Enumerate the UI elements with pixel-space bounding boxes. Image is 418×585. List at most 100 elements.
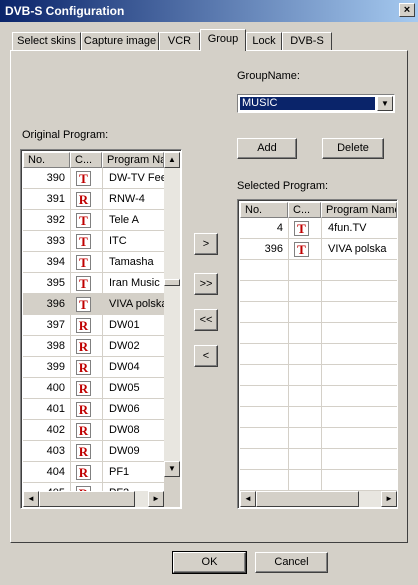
table-row[interactable]: 397 R DW01 xyxy=(23,315,164,336)
program-name: DW01 xyxy=(109,319,140,331)
title-bar: DVB-S Configuration × xyxy=(0,0,418,22)
tab-lock[interactable]: Lock xyxy=(246,32,282,50)
add-button[interactable]: Add xyxy=(237,138,297,159)
program-number: 4 xyxy=(276,222,283,234)
scroll-left-button[interactable]: ◄ xyxy=(23,491,39,507)
dropdown-button[interactable]: ▼ xyxy=(377,96,393,111)
tab-capture-image[interactable]: Capture image xyxy=(81,32,159,50)
scroll-down-button[interactable]: ▼ xyxy=(164,461,180,477)
table-row[interactable]: 391 R RNW-4 xyxy=(23,189,164,210)
move-left-button[interactable]: < xyxy=(194,345,218,367)
ok-button[interactable]: OK xyxy=(172,551,247,574)
table-row[interactable]: 403 R DW09 xyxy=(23,441,164,462)
table-row[interactable]: 401 R DW06 xyxy=(23,399,164,420)
table-row[interactable]: 392 T Tele A xyxy=(23,210,164,231)
table-row[interactable]: 402 R DW08 xyxy=(23,420,164,441)
program-name: DW08 xyxy=(109,424,140,436)
close-button[interactable]: × xyxy=(399,3,415,17)
radio-channel-icon: R xyxy=(76,360,91,375)
table-row[interactable]: 4 T 4fun.TV xyxy=(240,218,397,239)
column-header-no[interactable]: No. xyxy=(240,202,288,218)
scroll-up-button[interactable]: ▲ xyxy=(164,152,180,168)
group-name-select[interactable]: MUSIC ▼ xyxy=(237,94,395,113)
scroll-thumb[interactable] xyxy=(164,279,180,286)
tab-group[interactable]: Group xyxy=(200,29,246,51)
program-name: PF1 xyxy=(109,466,130,478)
program-number: 397 xyxy=(46,319,65,331)
radio-channel-icon: R xyxy=(76,192,91,207)
selected-program-list[interactable]: No. C... Program Name 4 T 4fun.TV 396 T VIVA … xyxy=(237,199,398,509)
scroll-left-button[interactable]: ◄ xyxy=(240,491,256,507)
program-number: 401 xyxy=(46,403,65,415)
program-name: Tele A xyxy=(109,214,139,226)
radio-channel-icon: R xyxy=(76,465,91,480)
table-row[interactable]: 396 T VIVA polska xyxy=(23,294,164,315)
tab-dvbs[interactable]: DVB-S xyxy=(282,32,332,50)
original-program-list[interactable]: No. C... Program Na 390 T DW-TV Fee 391 R RNW… xyxy=(20,149,182,509)
table-row[interactable]: 398 R DW02 xyxy=(23,336,164,357)
cancel-button[interactable]: Cancel xyxy=(255,552,328,573)
radio-channel-icon: R xyxy=(76,318,91,333)
scroll-corner xyxy=(164,477,180,507)
tab-vcr[interactable]: VCR xyxy=(159,32,200,50)
scroll-down-icon: ▼ xyxy=(168,464,176,473)
table-row[interactable]: 394 T Tamasha xyxy=(23,252,164,273)
grid-line xyxy=(240,427,397,428)
scroll-right-button[interactable]: ► xyxy=(148,491,164,507)
grid-line xyxy=(240,469,397,470)
tv-channel-icon: T xyxy=(76,213,91,228)
radio-channel-icon: R xyxy=(76,402,91,417)
program-name: DW09 xyxy=(109,445,140,457)
program-name: DW05 xyxy=(109,382,140,394)
selected-list-horizontal-scrollbar[interactable]: ◄ ► xyxy=(240,491,397,507)
column-header-program-name[interactable]: Program Na xyxy=(102,152,164,168)
group-name-value: MUSIC xyxy=(240,97,375,110)
program-name: DW-TV Fee xyxy=(109,172,164,184)
program-name: Tamasha xyxy=(109,256,154,268)
radio-channel-icon: R xyxy=(76,444,91,459)
table-row[interactable]: 400 R DW05 xyxy=(23,378,164,399)
grid-line xyxy=(240,280,397,281)
table-row[interactable]: 390 T DW-TV Fee xyxy=(23,168,164,189)
program-name: 4fun.TV xyxy=(328,222,367,234)
program-name: DW04 xyxy=(109,361,140,373)
program-name: DW06 xyxy=(109,403,140,415)
column-header-channel-type[interactable]: C... xyxy=(288,202,321,218)
delete-button[interactable]: Delete xyxy=(322,138,384,159)
move-all-right-button[interactable]: >> xyxy=(194,273,218,295)
scroll-right-button[interactable]: ► xyxy=(381,491,397,507)
grid-line xyxy=(240,343,397,344)
program-name: Iran Music xyxy=(109,277,160,289)
grid-line xyxy=(240,364,397,365)
program-number: 398 xyxy=(46,340,65,352)
move-right-button[interactable]: > xyxy=(194,233,218,255)
column-header-no[interactable]: No. xyxy=(23,152,70,168)
table-row[interactable]: 399 R DW04 xyxy=(23,357,164,378)
window-title: DVB-S Configuration xyxy=(5,4,125,18)
original-program-label: Original Program: xyxy=(22,129,109,141)
tv-channel-icon: T xyxy=(76,234,91,249)
program-number: 400 xyxy=(46,382,65,394)
scroll-up-icon: ▲ xyxy=(168,155,176,164)
program-name: RNW-4 xyxy=(109,193,145,205)
horizontal-scroll-thumb[interactable] xyxy=(256,491,359,507)
original-list-vertical-scrollbar[interactable]: ▲ ▼ xyxy=(164,152,180,477)
original-list-horizontal-scrollbar[interactable]: ◄ ► xyxy=(23,491,164,507)
program-number: 392 xyxy=(46,214,65,226)
table-row[interactable]: 404 R PF1 xyxy=(23,462,164,483)
tv-channel-icon: T xyxy=(76,255,91,270)
tab-select-skins[interactable]: Select skins xyxy=(12,32,81,50)
column-header-program-name[interactable]: Program Name xyxy=(321,202,397,218)
scroll-left-icon: ◄ xyxy=(244,494,252,503)
program-number: 396 xyxy=(46,298,65,310)
program-name: ITC xyxy=(109,235,127,247)
program-number: 396 xyxy=(264,243,283,255)
table-row[interactable]: 393 T ITC xyxy=(23,231,164,252)
column-header-channel-type[interactable]: C... xyxy=(70,152,102,168)
close-icon: × xyxy=(403,4,411,16)
move-all-left-button[interactable]: << xyxy=(194,309,218,331)
table-row[interactable]: 396 T VIVA polska xyxy=(240,239,397,260)
table-row[interactable]: 395 T Iran Music xyxy=(23,273,164,294)
tv-channel-icon: T xyxy=(76,297,91,312)
horizontal-scroll-thumb[interactable] xyxy=(39,491,135,507)
